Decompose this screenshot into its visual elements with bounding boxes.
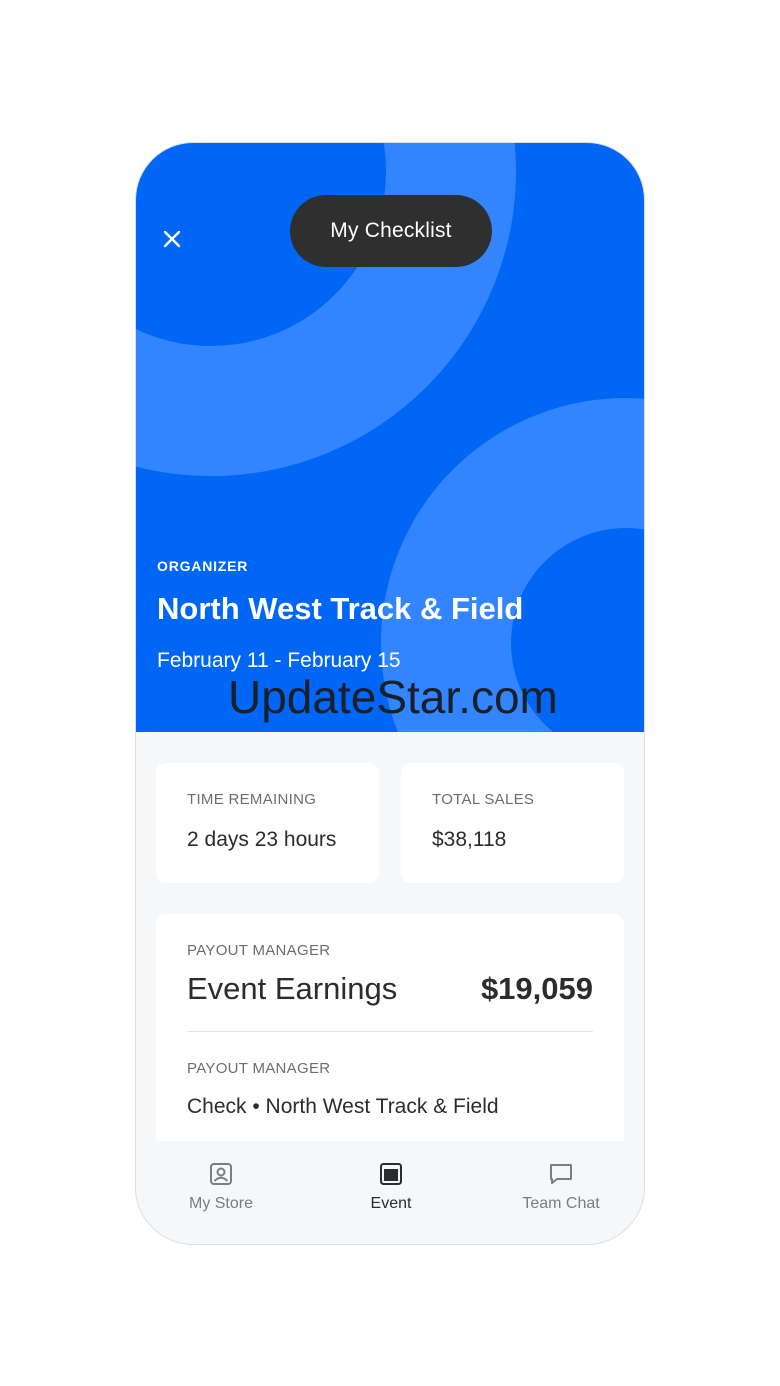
event-icon [380,1163,402,1185]
earnings-label: Event Earnings [187,971,398,1006]
event-dates: February 11 - February 15 [157,649,401,672]
close-button[interactable] [156,223,188,255]
tab-label-team-chat: Team Chat [522,1195,600,1212]
tab-team-chat[interactable]: Team Chat [476,1141,644,1244]
close-icon [163,230,181,248]
total-sales-label: TOTAL SALES [432,791,535,808]
payout-card[interactable]: PAYOUT MANAGER Event Earnings $19,059 PA… [156,914,624,1154]
tab-event[interactable]: Event [306,1141,476,1244]
time-remaining-label: TIME REMAINING [187,791,317,808]
phone-frame: My Checklist ORGANIZER North West Track … [135,142,645,1245]
event-hero: My Checklist ORGANIZER North West Track … [136,143,644,732]
bottom-tab-bar: My Store Event Team Chat [136,1141,644,1244]
payout-section-label: PAYOUT MANAGER [187,942,331,959]
earnings-value: $19,059 [480,971,593,1006]
payout-method-value: Check • North West Track & Field [187,1095,499,1118]
tab-label-event: Event [370,1195,412,1212]
divider [187,1031,593,1032]
total-sales-card[interactable]: TOTAL SALES $38,118 [401,763,624,883]
my-checklist-button[interactable]: My Checklist [290,195,492,267]
tab-label-my-store: My Store [188,1195,253,1212]
payout-method-label: PAYOUT MANAGER [187,1060,331,1077]
store-icon [210,1163,232,1185]
chat-icon [550,1164,572,1184]
tab-my-store[interactable]: My Store [136,1141,306,1244]
role-label: ORGANIZER [157,558,249,574]
event-title: North West Track & Field [157,591,524,626]
time-remaining-value: 2 days 23 hours [187,828,337,851]
time-remaining-card[interactable]: TIME REMAINING 2 days 23 hours [156,763,379,883]
earnings-row: Event Earnings $19,059 [187,971,593,1007]
total-sales-value: $38,118 [432,828,507,851]
